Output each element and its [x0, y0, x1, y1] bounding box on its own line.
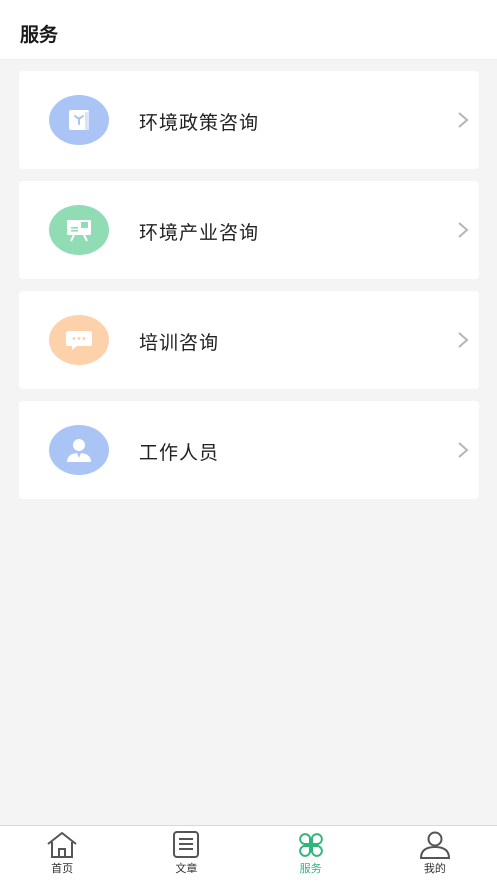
article-icon [173, 831, 200, 858]
presentation-board-icon [49, 205, 109, 255]
service-item-industry[interactable]: 环境产业咨询 [19, 181, 479, 279]
service-label: 工作人员 [139, 442, 220, 464]
chevron-right-icon [458, 442, 469, 458]
tab-label: 文章 [175, 862, 198, 875]
service-item-staff[interactable]: 工作人员 [19, 401, 479, 499]
service-item-training[interactable]: 培训咨询 [19, 291, 479, 389]
tab-label: 首页 [51, 862, 74, 875]
page-title: 服务 [20, 24, 59, 46]
tab-label: 服务 [299, 862, 322, 875]
chevron-right-icon [458, 112, 469, 128]
policy-book-icon [49, 95, 109, 145]
chevron-right-icon [458, 222, 469, 238]
staff-person-icon [49, 425, 109, 475]
service-list: 环境政策咨询 环境产业咨询 培训咨询 工作人员 [19, 71, 479, 511]
user-icon [419, 831, 450, 859]
chevron-right-icon [458, 332, 469, 348]
bottom-tab-bar: 首页 文章 服务 我的 [0, 825, 497, 883]
service-item-policy[interactable]: 环境政策咨询 [19, 71, 479, 169]
clover-icon [298, 833, 323, 857]
service-label: 培训咨询 [139, 332, 220, 354]
tab-service[interactable]: 服务 [249, 826, 373, 883]
tab-label: 我的 [423, 862, 446, 875]
service-label: 环境产业咨询 [139, 222, 260, 244]
service-label: 环境政策咨询 [139, 112, 260, 134]
home-icon [47, 832, 77, 858]
chat-bubble-icon [49, 315, 109, 365]
tab-home[interactable]: 首页 [0, 826, 124, 883]
tab-article[interactable]: 文章 [124, 826, 248, 883]
page-header: 服务 [0, 0, 497, 60]
tab-mine[interactable]: 我的 [373, 826, 497, 883]
